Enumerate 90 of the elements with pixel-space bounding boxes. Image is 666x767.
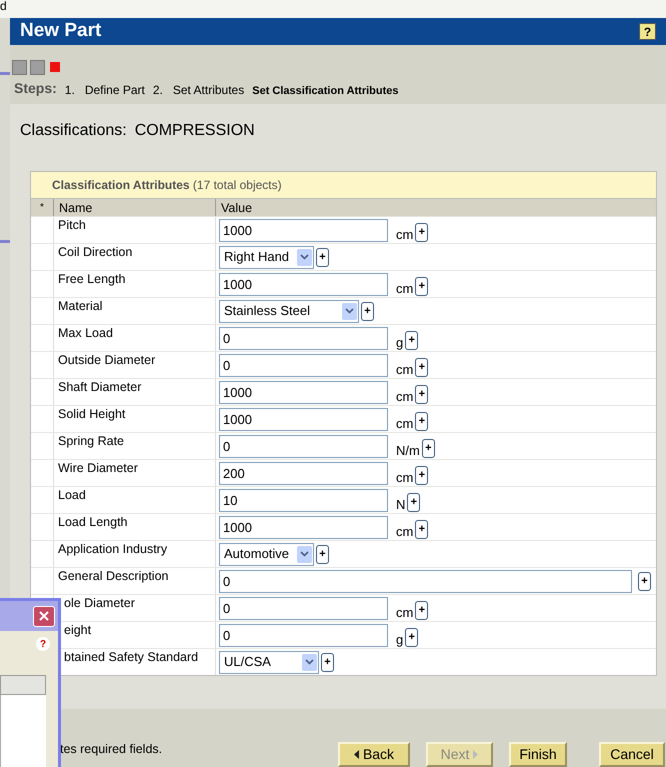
- text-field[interactable]: 1000: [219, 380, 388, 404]
- attribute-name: Solid Height: [53, 406, 215, 432]
- add-button[interactable]: +: [405, 330, 418, 350]
- add-button[interactable]: +: [415, 276, 428, 296]
- classification-value: COMPRESSION: [134, 121, 255, 141]
- text-field[interactable]: 0: [219, 354, 388, 376]
- dialog-field[interactable]: [0, 675, 46, 695]
- step-link[interactable]: 2. Set Attributes: [152, 81, 244, 99]
- unit-label: N/m: [396, 444, 420, 456]
- attribute-name: Free Length: [53, 271, 215, 297]
- step-link[interactable]: 1. Define Part: [64, 81, 145, 99]
- steps-label: Steps:: [14, 79, 57, 98]
- add-button[interactable]: +: [407, 492, 420, 512]
- add-button[interactable]: +: [321, 652, 334, 672]
- wizard-button[interactable]: Finish: [509, 742, 567, 767]
- attribute-name: Load: [53, 487, 215, 513]
- unit-label: cm: [396, 228, 414, 240]
- add-button[interactable]: +: [361, 302, 374, 320]
- dropdown[interactable]: Stainless Steel: [219, 300, 359, 322]
- text-field[interactable]: 0: [219, 596, 388, 620]
- unit-label: cm: [396, 416, 414, 430]
- attribute-name: Shaft Diameter: [53, 379, 215, 405]
- add-button[interactable]: +: [415, 600, 428, 620]
- dropdown[interactable]: Right Hand: [219, 246, 314, 268]
- unit-label: N: [396, 498, 406, 510]
- add-button[interactable]: +: [415, 412, 428, 430]
- attribute-name: Outside Diameter: [53, 352, 215, 378]
- attribute-name: Application Industry: [53, 541, 215, 567]
- dropdown[interactable]: UL/CSA: [219, 650, 319, 674]
- text-field[interactable]: 200: [219, 462, 388, 484]
- text-field[interactable]: 0: [219, 570, 632, 592]
- text-field[interactable]: 1000: [219, 516, 388, 538]
- left-arrow-icon: [354, 750, 359, 759]
- unit-label: g: [396, 336, 404, 348]
- unit-label: cm: [396, 390, 414, 402]
- close-button[interactable]: [33, 606, 55, 626]
- attribute-name: Wire Diameter: [53, 460, 215, 486]
- unit-label: cm: [396, 362, 414, 376]
- add-button[interactable]: +: [405, 628, 418, 646]
- attribute-name: Coil Direction: [53, 244, 215, 270]
- unit-label: cm: [396, 282, 414, 294]
- dropdown[interactable]: Automotive: [219, 542, 314, 566]
- attribute-name: Pitch: [53, 217, 215, 243]
- chevron-icon: [297, 546, 312, 562]
- text-field[interactable]: 0: [219, 434, 388, 458]
- wizard-button[interactable]: Cancel: [599, 742, 665, 767]
- add-button[interactable]: +: [415, 358, 428, 376]
- add-button[interactable]: +: [415, 384, 428, 404]
- attribute-name: Load Length: [53, 514, 215, 540]
- attribute-name: Material: [53, 298, 215, 324]
- required-note: tes required fields.: [60, 741, 162, 758]
- add-button[interactable]: +: [638, 572, 651, 590]
- column-header: Name: [53, 199, 215, 216]
- text-field[interactable]: 1000: [219, 272, 388, 296]
- text-field[interactable]: 0: [219, 326, 388, 350]
- attribute-name: General Description: [53, 568, 215, 594]
- add-button[interactable]: +: [415, 466, 428, 484]
- text-field[interactable]: 1000: [219, 218, 388, 242]
- add-button[interactable]: +: [316, 544, 329, 564]
- add-button[interactable]: +: [316, 248, 329, 266]
- step-link[interactable]: Set Classification Attributes: [252, 82, 399, 99]
- toolbar-icon[interactable]: [30, 60, 45, 74]
- window-title: New Part: [20, 19, 102, 44]
- column-header: *: [39, 201, 45, 215]
- text-field[interactable]: 1000: [219, 408, 388, 430]
- help-icon[interactable]: ?: [36, 637, 50, 651]
- background-text: d: [0, 0, 7, 12]
- chevron-icon: [302, 654, 317, 670]
- unit-label: g: [396, 632, 404, 646]
- add-button[interactable]: +: [422, 438, 435, 458]
- unit-label: cm: [396, 470, 414, 484]
- column-header: Value: [215, 199, 656, 216]
- unit-label: cm: [396, 606, 414, 618]
- text-field[interactable]: 10: [219, 488, 388, 512]
- attribute-name: Spring Rate: [53, 433, 215, 459]
- dialog-list: [0, 695, 46, 767]
- toolbar-icon[interactable]: [12, 60, 27, 74]
- classifications-label: Classifications:: [20, 121, 127, 141]
- chevron-icon: [297, 248, 312, 266]
- text-field[interactable]: 0: [219, 624, 388, 646]
- right-arrow-icon: [473, 750, 478, 759]
- attribute-name: Max Load: [53, 325, 215, 351]
- chevron-icon: [342, 302, 357, 320]
- add-button[interactable]: +: [415, 520, 428, 538]
- close-icon: [39, 611, 49, 621]
- unit-label: cm: [396, 524, 414, 538]
- panel-title: Classification Attributes (17 total objects): [52, 177, 282, 194]
- help-button[interactable]: ?: [639, 23, 656, 40]
- wizard-button[interactable]: Back: [338, 742, 410, 767]
- add-button[interactable]: +: [415, 222, 428, 242]
